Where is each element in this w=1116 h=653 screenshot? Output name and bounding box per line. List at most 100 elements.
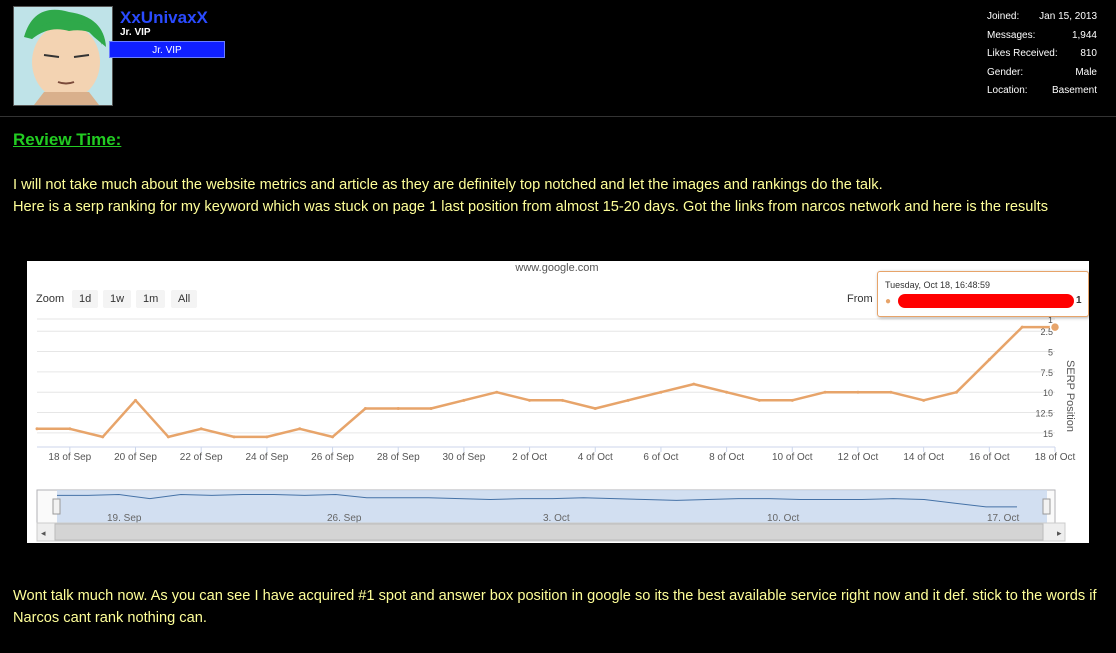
data-point <box>68 427 72 431</box>
x-tick-label: 18 of Oct <box>1035 452 1076 463</box>
post-line: I will not take much about the website m… <box>13 177 883 193</box>
serp-chart: www.google.com SERP Position 1 2.5 5 7.5 10 1… <box>27 261 1089 543</box>
x-tick-label: 22 of Sep <box>180 452 223 463</box>
x-tick-label: 30 of Sep <box>442 452 485 463</box>
x-tick-label: 28 of Sep <box>377 452 420 463</box>
zoom-label: Zoom <box>36 293 65 305</box>
x-tick-label: 4 of Oct <box>578 452 613 463</box>
stat-joined: Joined: Jan 15, 2013 <box>987 8 1097 27</box>
data-point <box>199 427 203 431</box>
y-tick-label: 10 <box>1043 388 1053 398</box>
data-point <box>528 398 532 402</box>
post-paragraph-conclusion: Wont talk much now. As you can see I hav… <box>13 588 1097 626</box>
user-stats: Joined: Jan 15, 2013 Messages: 1,944 Lik… <box>987 8 1097 101</box>
scrollbar-right-arrow-icon[interactable]: ▸ <box>1057 528 1062 538</box>
stat-value: 1,944 <box>1071 29 1097 41</box>
x-tick-label: 14 of Oct <box>903 452 944 463</box>
stat-label: Location: <box>987 85 1028 97</box>
data-point <box>954 390 958 394</box>
y-tick-label: 7.5 <box>1040 368 1053 378</box>
scrollbar-thumb[interactable] <box>54 523 1044 541</box>
y-tick-label: 12.5 <box>1035 409 1053 419</box>
stat-location: Location: Basement <box>987 82 1097 101</box>
x-tick-label: 18 of Sep <box>48 452 91 463</box>
data-point <box>265 435 269 439</box>
data-point <box>987 358 991 362</box>
navigator-label: 17. Oct <box>987 513 1019 524</box>
chart-title: www.google.com <box>514 262 598 274</box>
tooltip-value: 1 <box>1076 295 1082 306</box>
x-tick-label: 8 of Oct <box>709 452 744 463</box>
data-point <box>692 382 696 386</box>
data-point <box>232 435 236 439</box>
x-tick-label: 24 of Sep <box>245 452 288 463</box>
x-tick-label: 10 of Oct <box>772 452 813 463</box>
data-point <box>462 398 466 402</box>
serp-series-line <box>37 325 1055 439</box>
data-point <box>429 406 433 410</box>
data-point <box>757 398 761 402</box>
scrollbar-left-arrow-icon[interactable]: ◂ <box>41 528 46 538</box>
data-point <box>790 398 794 402</box>
data-point <box>626 398 630 402</box>
data-point <box>823 390 827 394</box>
post-line: Here is a serp ranking for my keyword wh… <box>13 199 1048 215</box>
y-tick-label: 15 <box>1043 429 1053 439</box>
y-tick-label: 5 <box>1048 348 1053 358</box>
zoom-1d-button[interactable]: 1d <box>72 290 99 308</box>
data-point <box>298 427 302 431</box>
navigator-label: 19. Sep <box>107 513 142 524</box>
data-point <box>922 398 926 402</box>
stat-value: Basement <box>1051 85 1097 97</box>
navigator-label: 10. Oct <box>767 513 799 524</box>
zoom-1w-button[interactable]: 1w <box>103 290 132 308</box>
y-axis-label: SERP Position <box>1064 360 1076 432</box>
navigator-label: 3. Oct <box>543 513 570 524</box>
x-tick-label: 16 of Oct <box>969 452 1010 463</box>
post-divider <box>0 116 1116 117</box>
x-tick-label: 6 of Oct <box>643 452 678 463</box>
from-label: From <box>847 293 873 305</box>
data-point <box>560 398 564 402</box>
navigator-label: 26. Sep <box>327 513 362 524</box>
data-point <box>659 390 663 394</box>
stat-messages: Messages: 1,944 <box>987 27 1097 46</box>
post-heading: Review Time: <box>13 130 122 149</box>
stat-label: Likes Received: <box>987 48 1058 60</box>
navigator-right-handle[interactable] <box>1042 498 1051 515</box>
username[interactable]: XxUnivaxX <box>120 8 208 28</box>
data-point <box>396 406 400 410</box>
tooltip-series-dot: ● <box>885 296 892 307</box>
x-tick-label: 12 of Oct <box>838 452 879 463</box>
data-point <box>1020 325 1024 329</box>
data-point <box>35 427 39 431</box>
x-tick-label: 2 of Oct <box>512 452 547 463</box>
redacted-keyword-mark <box>898 294 1074 308</box>
data-point <box>593 406 597 410</box>
user-title: Jr. VIP <box>120 27 151 38</box>
data-point <box>166 435 170 439</box>
stat-value: Jan 15, 2013 <box>1039 11 1097 22</box>
zoom-all-button[interactable]: All <box>171 290 198 308</box>
hover-point <box>1049 321 1061 333</box>
stat-likes: Likes Received: 810 <box>987 45 1097 64</box>
data-point <box>101 435 105 439</box>
navigator-left-handle[interactable] <box>52 498 61 515</box>
stat-label: Joined: <box>987 11 1020 22</box>
stat-label: Gender: <box>987 66 1024 78</box>
data-point <box>495 390 499 394</box>
zoom-1m-button[interactable]: 1m <box>136 290 166 308</box>
stat-label: Messages: <box>987 29 1036 41</box>
data-point <box>363 406 367 410</box>
user-banner: Jr. VIP <box>109 41 225 58</box>
chart-tooltip: Tuesday, Oct 18, 16:48:59 ● 1 <box>877 271 1089 317</box>
post-paragraph-intro: I will not take much about the website m… <box>13 174 1103 218</box>
user-avatar[interactable] <box>13 6 113 106</box>
data-point <box>725 390 729 394</box>
x-tick-label: 26 of Sep <box>311 452 354 463</box>
stat-value: Male <box>1075 66 1097 78</box>
data-point <box>331 435 335 439</box>
data-point <box>856 390 860 394</box>
tooltip-title: Tuesday, Oct 18, 16:48:59 <box>885 280 991 290</box>
x-tick-label: 20 of Sep <box>114 452 157 463</box>
